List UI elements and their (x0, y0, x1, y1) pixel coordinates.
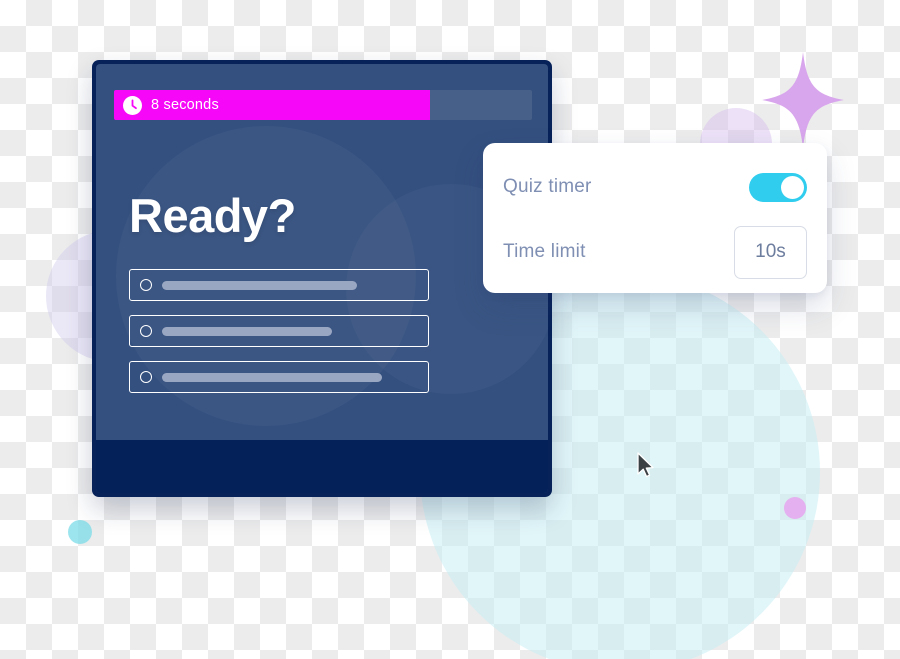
quiz-timer-progress-track: 8 seconds (114, 90, 532, 120)
page-title: Ready? (129, 189, 296, 242)
answer-options-list (129, 269, 429, 393)
quiz-timer-progress-fill: 8 seconds (114, 90, 430, 120)
radio-icon[interactable] (140, 325, 152, 337)
quiz-timer-toggle[interactable] (749, 172, 807, 202)
screenshot-canvas: 8 seconds Ready? Quiz timer Time limit 1… (0, 0, 900, 659)
quiz-timer-label: Quiz timer (503, 176, 592, 197)
answer-option-row[interactable] (129, 361, 429, 393)
answer-placeholder-bar (162, 326, 332, 336)
radio-icon[interactable] (140, 279, 152, 291)
cyan-dot-decoration (68, 520, 92, 544)
time-limit-input[interactable]: 10s (734, 225, 807, 279)
quiz-window-footer (96, 440, 548, 493)
quiz-timer-label: 8 seconds (151, 97, 219, 113)
toggle-knob (781, 175, 804, 199)
answer-option-row[interactable] (129, 315, 429, 347)
radio-icon[interactable] (140, 371, 152, 383)
answer-placeholder-bar (162, 280, 357, 290)
quiz-timer-settings-card: Quiz timer Time limit 10s (483, 143, 827, 293)
mouse-pointer-icon (637, 452, 654, 478)
pink-dot-decoration (784, 497, 806, 519)
quiz-window-body: 8 seconds Ready? (96, 64, 548, 493)
setting-row-quiz-timer: Quiz timer (503, 167, 807, 207)
answer-option-row[interactable] (129, 269, 429, 301)
sparkle-icon-purple (762, 52, 844, 148)
setting-row-time-limit: Time limit 10s (503, 225, 807, 279)
time-limit-label: Time limit (503, 241, 586, 262)
clock-icon (123, 95, 142, 115)
answer-placeholder-bar (162, 372, 382, 382)
